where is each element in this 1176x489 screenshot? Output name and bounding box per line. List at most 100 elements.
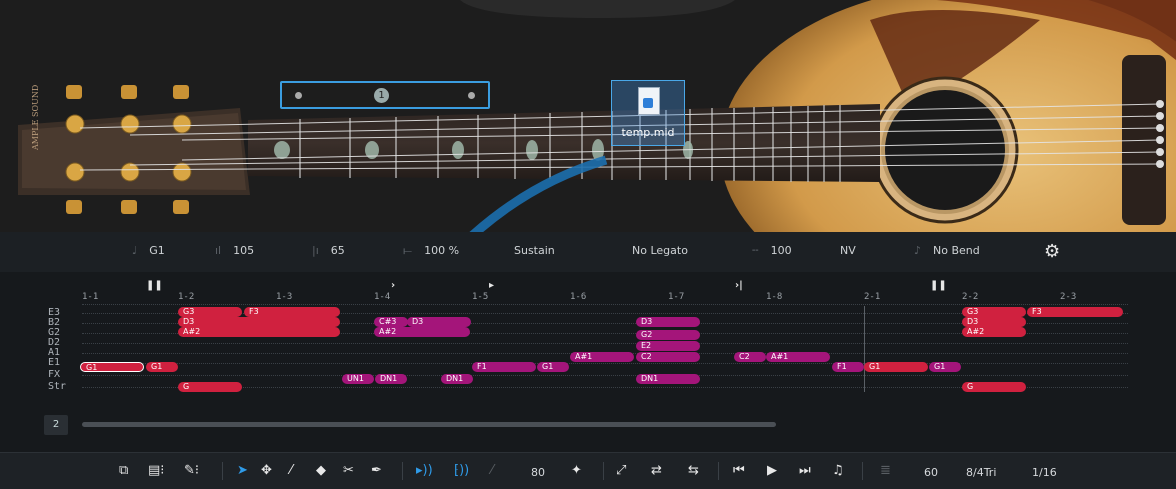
note-block[interactable]: E2	[636, 341, 700, 351]
grid-value[interactable]: 8/4Tri	[966, 466, 996, 479]
resize-icon[interactable]: ⤢	[616, 463, 626, 478]
note-block[interactable]: A#2	[178, 327, 340, 337]
note-block[interactable]: G3	[178, 307, 242, 317]
position-dot-left	[295, 92, 302, 99]
note-block[interactable]: A#1	[766, 352, 830, 362]
metronome-icon[interactable]: ♫	[832, 463, 844, 478]
skip-marker-icon[interactable]: ›|	[735, 280, 743, 291]
move-tool-icon[interactable]: ✥	[261, 463, 272, 478]
edit-menu-icon[interactable]: ✎⁝	[184, 463, 199, 478]
page-number-button[interactable]: 2	[44, 415, 68, 435]
toolbar-separator	[222, 462, 223, 480]
bottom-toolbar: ⧉ ▤⁝ ✎⁝ ➤ ✥ ⁄ ◆ ✂ ✒ ▸)) ⁅)) ⁄ 80 ✦ ⤢ ⇄ ⇆…	[0, 452, 1176, 489]
note-block[interactable]: C#3	[374, 317, 408, 327]
accent-marker-icon[interactable]: ›	[391, 280, 395, 291]
bar-line	[864, 306, 865, 392]
note-block[interactable]: C2	[636, 352, 700, 362]
note-block[interactable]: G1	[537, 362, 569, 372]
note-block[interactable]: D3	[178, 317, 340, 327]
note-block[interactable]: G1	[929, 362, 961, 372]
quantize-value[interactable]: 1/16	[1032, 466, 1057, 479]
param-legato[interactable]: No Legato	[632, 244, 688, 257]
bend-icon: ♪	[914, 244, 922, 257]
note-block[interactable]: G3	[962, 307, 1026, 317]
param-length-value: 100 %	[424, 244, 460, 257]
scissors-tool-icon[interactable]: ✂	[343, 463, 354, 478]
note-block-selected[interactable]: G1	[80, 362, 144, 372]
tempo-value[interactable]: 60	[924, 466, 938, 479]
document-menu-icon[interactable]: ▤⁝	[148, 463, 164, 478]
svg-text:AMPLE SOUND: AMPLE SOUND	[31, 85, 40, 151]
toolbar-separator	[402, 462, 403, 480]
param-velocity[interactable]: ıl 105	[215, 244, 254, 257]
swap-left-icon[interactable]: ⇆	[688, 463, 699, 478]
row-label-str: Str	[48, 381, 67, 392]
midi-file-drag-item[interactable]: temp.mid	[611, 80, 685, 146]
param-note[interactable]: ♩ G1	[132, 244, 165, 257]
note-block[interactable]: G	[962, 382, 1026, 392]
param-articulation[interactable]: Sustain	[514, 244, 555, 257]
row-label-e1: E1	[48, 357, 61, 368]
ruler-label: 2-2	[962, 292, 979, 302]
param-length[interactable]: ⟝ 100 %	[403, 244, 459, 258]
note-block[interactable]: D3	[962, 317, 1026, 327]
param-position[interactable]: |ı 65	[312, 244, 345, 257]
skip-back-icon[interactable]: ⏮	[733, 463, 745, 478]
strum-icon[interactable]: ⁅))	[454, 463, 469, 478]
horizontal-scrollbar[interactable]	[82, 422, 776, 427]
ruler-label: 1-6	[570, 292, 587, 302]
select-tool-icon[interactable]: ➤	[237, 463, 248, 478]
note-block[interactable]: DN1	[375, 374, 407, 384]
velocity-icon: ıl	[215, 244, 222, 257]
note-block[interactable]: A#2	[374, 327, 470, 337]
note-block[interactable]: D3	[407, 317, 471, 327]
note-block[interactable]: UN1	[342, 374, 374, 384]
note-block[interactable]: A#2	[962, 327, 1026, 337]
midi-file-icon	[638, 87, 660, 115]
note-block[interactable]: D3	[636, 317, 700, 327]
settings-gear-icon[interactable]: ⚙	[1044, 241, 1060, 262]
note-block[interactable]: F3	[244, 307, 340, 317]
ruler-label: 1-8	[766, 292, 783, 302]
fret-position-selector[interactable]: 1	[280, 81, 490, 109]
note-block[interactable]: F3	[1027, 307, 1123, 317]
ruler-label: 1-7	[668, 292, 685, 302]
note-block[interactable]: C2	[734, 352, 766, 362]
pencil-tool-icon[interactable]: ⁄	[290, 463, 292, 478]
ruler-label: 1-5	[472, 292, 489, 302]
string-line	[82, 375, 1128, 376]
note-block[interactable]: G1	[864, 362, 928, 372]
note-block[interactable]: G	[178, 382, 242, 392]
copy-icon[interactable]: ⧉	[119, 463, 128, 478]
play-note-icon[interactable]: ▸))	[416, 463, 433, 478]
ruler-label: 1-3	[276, 292, 293, 302]
file-name: temp.mid	[621, 126, 675, 139]
eraser-tool-icon[interactable]: ◆	[316, 463, 326, 478]
velocity-pen-icon[interactable]: ⁄	[491, 463, 493, 478]
play-icon[interactable]: ▶	[767, 463, 777, 478]
pause-marker-icon[interactable]: ❚❚	[146, 280, 163, 291]
position-icon: |ı	[312, 244, 319, 257]
param-nv[interactable]: NV	[840, 244, 856, 257]
velocity-value[interactable]: 80	[531, 466, 545, 479]
note-block[interactable]: DN1	[441, 374, 473, 384]
pause-marker-icon[interactable]: ❚❚	[930, 280, 947, 291]
marker-tool-icon[interactable]: ✒	[371, 463, 382, 478]
swap-right-icon[interactable]: ⇄	[651, 463, 662, 478]
param-strength[interactable]: ╌ 100	[752, 244, 792, 257]
note-block[interactable]: G1	[146, 362, 178, 372]
skip-forward-icon[interactable]: ⏭	[799, 463, 811, 478]
note-block[interactable]: G2	[636, 330, 700, 340]
param-strength-value: 100	[770, 244, 792, 257]
play-marker-icon[interactable]: ▸	[489, 280, 494, 291]
note-block[interactable]: DN1	[636, 374, 700, 384]
strength-icon: ╌	[752, 244, 759, 257]
note-block[interactable]: A#1	[570, 352, 634, 362]
note-block[interactable]: F1	[472, 362, 536, 372]
position-number: 1	[374, 88, 389, 103]
note-block[interactable]: F1	[832, 362, 864, 372]
note-parameter-bar: ♩ G1 ıl 105 |ı 65 ⟝ 100 % Sustain No Legato …	[0, 232, 1176, 272]
pin-icon[interactable]: ✦	[571, 463, 582, 478]
param-bend[interactable]: ♪ No Bend	[914, 244, 980, 257]
toolbar-separator	[718, 462, 719, 480]
